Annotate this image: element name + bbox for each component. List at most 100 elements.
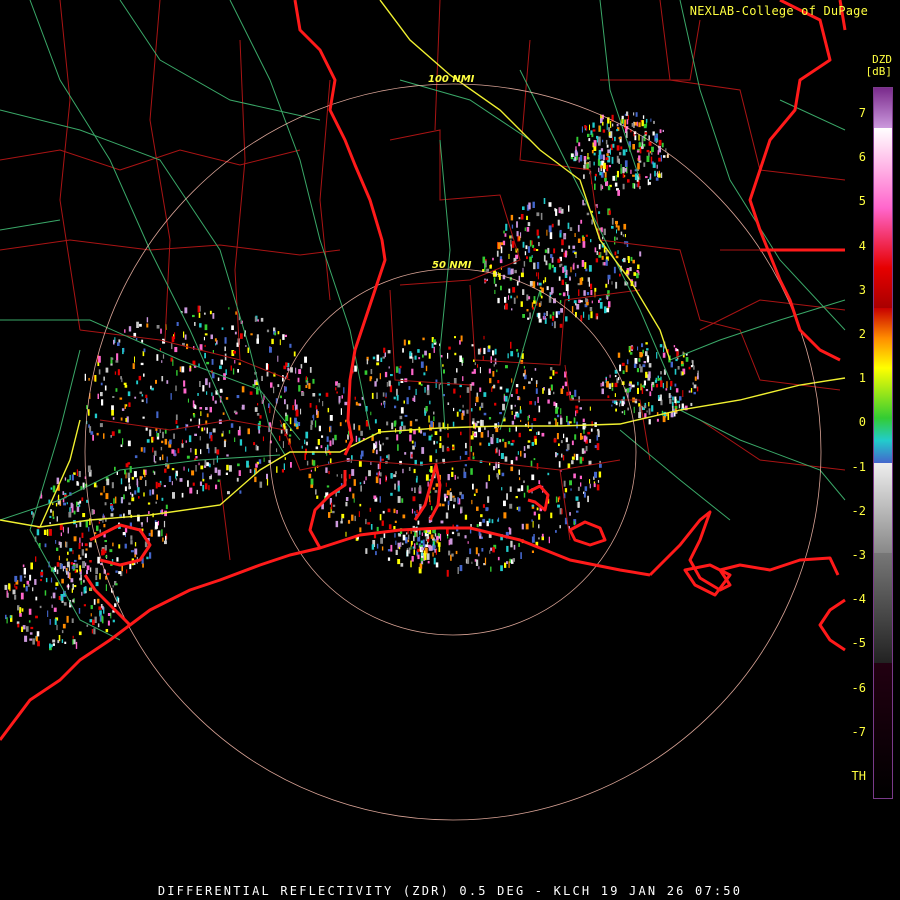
radar-echo xyxy=(638,155,641,161)
radar-echo xyxy=(499,386,503,390)
radar-echo xyxy=(257,423,260,430)
radar-echo xyxy=(447,505,449,511)
radar-echo xyxy=(496,447,498,453)
radar-echo xyxy=(690,402,693,406)
radar-echo xyxy=(645,176,648,179)
radar-echo xyxy=(636,269,639,272)
radar-echo xyxy=(516,413,520,418)
radar-echo xyxy=(506,545,509,552)
radar-echo xyxy=(560,440,563,444)
radar-echo xyxy=(341,474,343,479)
radar-echo xyxy=(605,259,608,266)
radar-echo xyxy=(519,477,521,481)
radar-echo xyxy=(587,277,590,282)
radar-echo xyxy=(157,530,161,537)
radar-echo xyxy=(358,511,360,517)
radar-echo xyxy=(569,227,573,231)
radar-echo xyxy=(331,502,333,510)
radar-echo xyxy=(471,344,474,347)
radar-echo xyxy=(616,155,619,163)
radar-echo xyxy=(670,380,673,387)
radar-echo xyxy=(387,549,391,552)
radar-echo xyxy=(662,416,666,423)
radar-echo xyxy=(559,264,562,268)
radar-echo xyxy=(328,470,330,475)
radar-echo xyxy=(555,530,557,533)
radar-echo xyxy=(22,625,26,630)
radar-echo xyxy=(285,412,287,417)
radar-echo xyxy=(335,387,337,391)
radar-echo xyxy=(413,468,416,474)
radar-echo xyxy=(209,476,212,480)
radar-echo xyxy=(134,542,137,547)
radar-echo xyxy=(420,430,423,434)
radar-echo xyxy=(606,381,609,388)
radar-echo xyxy=(642,115,645,119)
radar-echo xyxy=(492,371,495,377)
radar-echo xyxy=(522,289,525,295)
radar-echo xyxy=(461,494,464,500)
radar-echo xyxy=(645,118,648,123)
radar-echo xyxy=(171,342,173,350)
radar-echo xyxy=(76,481,79,486)
radar-echo xyxy=(97,393,99,399)
radar-echo xyxy=(658,139,662,146)
radar-echo xyxy=(655,134,658,139)
radar-echo xyxy=(74,585,77,588)
radar-echo xyxy=(453,407,455,412)
radar-echo xyxy=(431,434,433,437)
radar-echo xyxy=(471,408,473,412)
radar-echo xyxy=(254,476,257,483)
radar-echo xyxy=(194,322,196,326)
radar-echo xyxy=(654,170,656,177)
radar-echo xyxy=(280,429,283,434)
radar-echo xyxy=(549,314,552,319)
radar-echo xyxy=(491,434,494,439)
radar-echo xyxy=(492,257,494,261)
radar-echo xyxy=(514,414,516,420)
radar-echo xyxy=(421,532,423,536)
radar-echo xyxy=(238,362,241,365)
radar-echo xyxy=(326,436,329,442)
radar-echo xyxy=(646,348,649,351)
radar-echo xyxy=(84,553,87,558)
radar-echo xyxy=(440,533,442,541)
radar-echo xyxy=(17,605,20,611)
radar-echo xyxy=(471,382,475,386)
radar-echo xyxy=(518,432,521,438)
radar-echo xyxy=(155,501,157,504)
radar-echo xyxy=(194,405,197,409)
radar-echo xyxy=(624,168,627,172)
radar-echo xyxy=(537,272,539,280)
radar-echo xyxy=(30,626,34,630)
radar-echo xyxy=(98,355,101,363)
radar-echo xyxy=(536,262,540,269)
radar-echo xyxy=(587,431,591,435)
radar-echo xyxy=(639,352,643,358)
radar-echo xyxy=(104,545,107,551)
radar-echo xyxy=(379,472,382,477)
radar-echo xyxy=(76,506,80,512)
radar-echo xyxy=(622,370,625,374)
radar-echo xyxy=(164,468,167,473)
radar-echo xyxy=(552,316,555,321)
radar-echo xyxy=(599,298,602,301)
radar-echo xyxy=(403,400,405,404)
radar-echo xyxy=(336,474,338,477)
radar-echo xyxy=(177,448,180,454)
radar-echo xyxy=(112,417,115,420)
radar-echo xyxy=(64,477,67,481)
radar-echo xyxy=(58,541,61,545)
radar-echo xyxy=(379,444,382,452)
radar-echo xyxy=(127,391,131,397)
radar-echo xyxy=(500,285,502,291)
radar-echo xyxy=(634,135,637,141)
radar-echo xyxy=(29,638,33,641)
radar-echo xyxy=(402,468,404,474)
radar-echo xyxy=(276,466,278,473)
radar-echo xyxy=(581,126,583,133)
radar-echo xyxy=(209,463,211,468)
radar-echo xyxy=(456,411,459,417)
radar-echo xyxy=(568,295,570,302)
radar-echo xyxy=(692,382,694,385)
